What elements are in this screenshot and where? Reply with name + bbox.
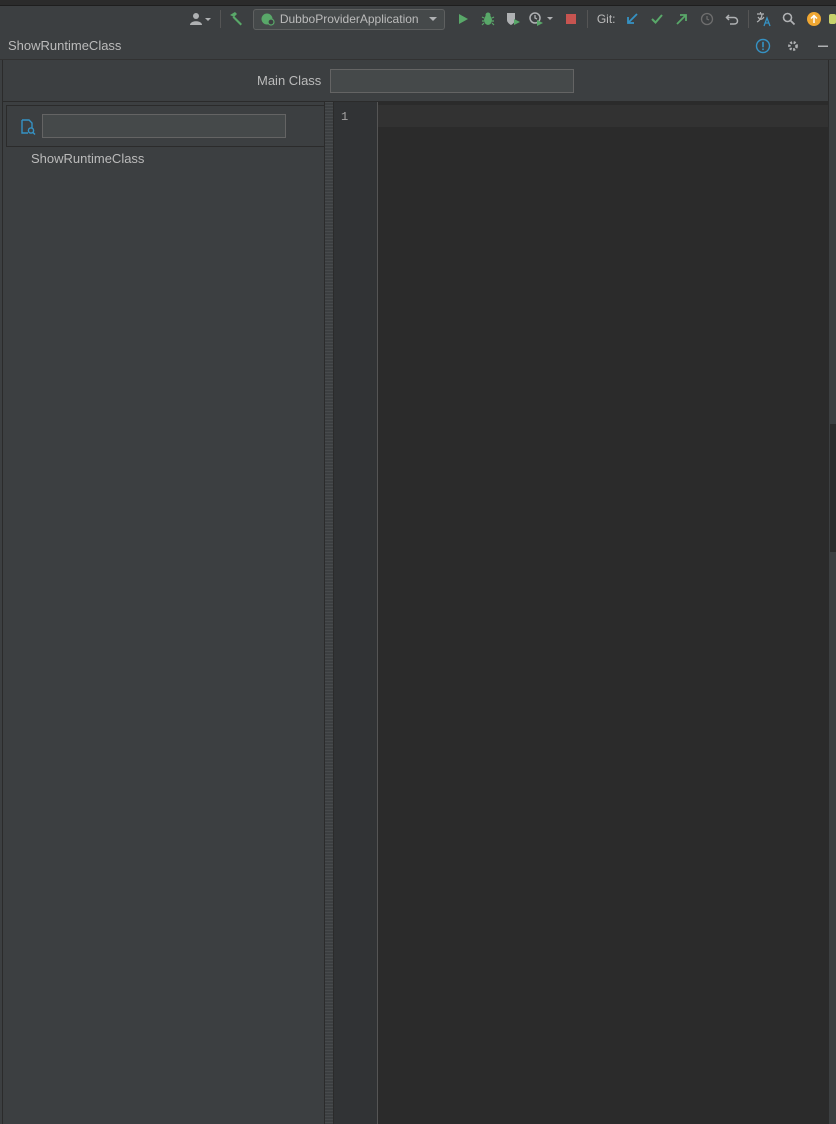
git-rollback-button[interactable] [721, 8, 743, 30]
search-everywhere-button[interactable] [778, 8, 800, 30]
tool-window-header: ShowRuntimeClass [0, 32, 836, 60]
chevron-down-icon [428, 17, 437, 21]
main-class-label: Main Class [257, 73, 322, 88]
checkmark-icon [651, 14, 663, 24]
right-tool-strip [828, 60, 836, 1124]
update-arrow-icon [807, 12, 821, 26]
tool-window-actions [748, 35, 836, 57]
notifications-button[interactable] [828, 8, 836, 30]
info-icon [755, 38, 771, 53]
run-button[interactable] [452, 8, 474, 30]
git-label: Git: [596, 12, 616, 26]
arrow-up-right-icon [676, 14, 687, 25]
code-editor[interactable] [378, 102, 828, 1124]
profiler-clock-icon [529, 12, 554, 26]
stop-icon [566, 14, 577, 24]
class-search-input[interactable] [42, 114, 286, 138]
main-class-input[interactable] [330, 69, 574, 93]
toolbar-separator [219, 10, 221, 28]
notification-icon [829, 14, 836, 24]
bug-icon [481, 12, 495, 26]
history-clock-icon [700, 12, 714, 26]
tool-window-title: ShowRuntimeClass [8, 38, 122, 53]
translate-icon [756, 12, 771, 27]
ide-update-button[interactable] [803, 8, 825, 30]
git-history-button[interactable] [696, 8, 718, 30]
arrow-down-left-icon [627, 13, 638, 24]
settings-button[interactable] [782, 35, 804, 57]
stop-button[interactable] [560, 8, 582, 30]
info-button[interactable] [752, 35, 774, 57]
main-class-row: Main Class [2, 60, 828, 102]
gear-icon [788, 40, 798, 51]
line-number: 1 [341, 110, 349, 124]
class-list-panel: ShowRuntimeClass [2, 102, 325, 1124]
find-class-button[interactable] [19, 118, 37, 136]
hide-button[interactable] [812, 35, 834, 57]
coverage-shield-icon [507, 13, 521, 25]
profile-button[interactable] [527, 8, 557, 30]
panel-splitter[interactable] [324, 102, 334, 1124]
run-with-coverage-button[interactable] [502, 8, 524, 30]
user-dropdown-button[interactable] [187, 8, 215, 30]
hammer-icon [230, 12, 243, 26]
tree-item-class[interactable]: ShowRuntimeClass [31, 151, 144, 166]
play-icon [459, 14, 469, 24]
git-update-button[interactable] [621, 8, 643, 30]
toolbar-separator [586, 10, 588, 28]
git-commit-button[interactable] [646, 8, 668, 30]
main-toolbar: DubboProviderApplication Git: [0, 6, 836, 32]
file-search-icon [21, 119, 36, 136]
run-configuration-dropdown[interactable]: DubboProviderApplication [252, 8, 445, 30]
minimize-icon [818, 45, 828, 47]
spring-boot-icon [261, 13, 275, 26]
build-button[interactable] [225, 8, 247, 30]
current-line-highlight [378, 105, 828, 127]
class-search-box [6, 105, 325, 147]
search-icon [782, 12, 796, 26]
user-icon [190, 13, 212, 25]
debug-button[interactable] [477, 8, 499, 30]
scrollbar-thumb[interactable] [830, 424, 836, 552]
git-push-button[interactable] [671, 8, 693, 30]
toolbar-separator [747, 10, 749, 28]
translate-button[interactable] [753, 8, 775, 30]
run-configuration-label: DubboProviderApplication [279, 12, 419, 26]
undo-icon [725, 14, 739, 25]
editor-gutter: 1 [334, 102, 378, 1124]
